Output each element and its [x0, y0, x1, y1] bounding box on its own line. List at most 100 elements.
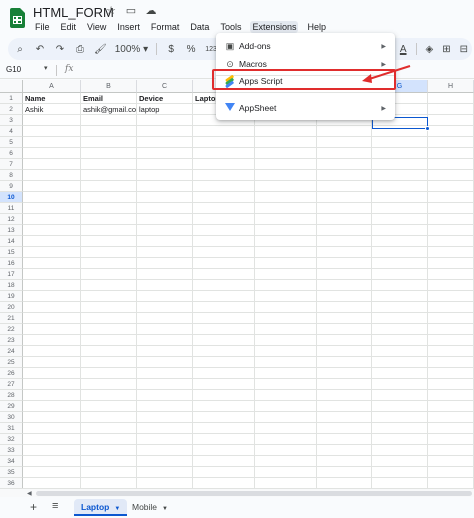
grid-row-line [23, 213, 474, 214]
row-header-16[interactable]: 16 [0, 258, 23, 269]
cell-row2-b[interactable]: ashik@gmail.cor [81, 104, 136, 115]
menu-tools[interactable]: Tools [218, 21, 243, 33]
row-header-5[interactable]: 5 [0, 137, 23, 148]
chevron-down-icon[interactable]: ▼ [114, 506, 120, 512]
row-header-36[interactable]: 36 [0, 478, 23, 488]
grid-row-line [23, 169, 474, 170]
row-header-12[interactable]: 12 [0, 214, 23, 225]
row-header-25[interactable]: 25 [0, 357, 23, 368]
currency-format-button[interactable]: $ [165, 44, 177, 55]
menu-format[interactable]: Format [149, 21, 182, 33]
row-header-7[interactable]: 7 [0, 159, 23, 170]
cell-row2-c[interactable]: laptop [137, 104, 192, 115]
star-icon[interactable]: ☆ [104, 4, 118, 17]
row-header-28[interactable]: 28 [0, 390, 23, 401]
chevron-down-icon[interactable]: ▾ [44, 64, 48, 72]
cell-header-c[interactable]: Device [137, 93, 192, 104]
scrollbar-thumb[interactable] [36, 491, 472, 496]
cloud-status-icon[interactable]: ☁ [144, 4, 158, 17]
sheet-tab-label: Laptop [81, 502, 110, 512]
all-sheets-icon[interactable]: ≡ [52, 500, 58, 512]
menu-file[interactable]: File [33, 21, 52, 33]
select-all-corner[interactable] [0, 80, 23, 93]
name-box[interactable]: G10 [6, 65, 21, 74]
menu-divider [216, 92, 395, 93]
print-icon[interactable]: ⎙ [74, 44, 86, 55]
merge-cells-icon[interactable]: ⊟ [460, 44, 468, 55]
menu-item-add-ons[interactable]: ▣ Add-ons ▶ [216, 37, 395, 55]
menu-edit[interactable]: Edit [59, 21, 79, 33]
row-header-2[interactable]: 2 [0, 104, 23, 115]
menu-help[interactable]: Help [305, 21, 328, 33]
row-header-27[interactable]: 27 [0, 379, 23, 390]
spreadsheet-grid[interactable]: ABCDEFGH12345678910111213141516171819202… [0, 80, 474, 488]
fill-color-icon[interactable]: ◈ [426, 44, 434, 55]
fill-handle[interactable] [425, 126, 430, 131]
row-header-32[interactable]: 32 [0, 434, 23, 445]
row-header-18[interactable]: 18 [0, 280, 23, 291]
row-header-1[interactable]: 1 [0, 93, 23, 104]
row-header-14[interactable]: 14 [0, 236, 23, 247]
grid-row-line [23, 246, 474, 247]
row-header-23[interactable]: 23 [0, 335, 23, 346]
row-header-3[interactable]: 3 [0, 115, 23, 126]
grid-row-line [23, 466, 474, 467]
row-header-26[interactable]: 26 [0, 368, 23, 379]
column-header-a[interactable]: A [23, 80, 81, 93]
sheet-tab-laptop[interactable]: Laptop ▼ [74, 499, 128, 516]
redo-icon[interactable]: ↷ [54, 44, 66, 55]
row-header-29[interactable]: 29 [0, 401, 23, 412]
row-header-24[interactable]: 24 [0, 346, 23, 357]
zoom-select[interactable]: 100% ▾ [115, 44, 148, 55]
grid-row-line [23, 301, 474, 302]
row-header-11[interactable]: 11 [0, 203, 23, 214]
borders-icon[interactable]: ⊞ [442, 44, 450, 55]
row-header-34[interactable]: 34 [0, 456, 23, 467]
move-folder-icon[interactable]: ▭ [124, 4, 138, 17]
undo-icon[interactable]: ↶ [34, 44, 46, 55]
chevron-down-icon[interactable]: ▼ [162, 506, 168, 512]
grid-row-line [23, 334, 474, 335]
scroll-left-icon[interactable]: ◀ [27, 490, 32, 497]
menu-view[interactable]: View [85, 21, 108, 33]
row-header-4[interactable]: 4 [0, 126, 23, 137]
column-header-b[interactable]: B [81, 80, 137, 93]
row-header-10[interactable]: 10 [0, 192, 23, 203]
row-header-21[interactable]: 21 [0, 313, 23, 324]
search-icon[interactable]: ⌕ [14, 44, 26, 55]
cell-header-a[interactable]: Name [23, 93, 80, 104]
row-header-8[interactable]: 8 [0, 170, 23, 181]
row-header-6[interactable]: 6 [0, 148, 23, 159]
row-header-22[interactable]: 22 [0, 324, 23, 335]
row-header-35[interactable]: 35 [0, 467, 23, 478]
sheet-tab-bar: + ≡ Laptop ▼ Mobile ▼ [0, 497, 474, 518]
paint-format-icon[interactable]: 🖌 [94, 44, 107, 55]
column-header-c[interactable]: C [137, 80, 193, 93]
text-color-button[interactable]: A [400, 44, 407, 55]
document-title[interactable]: HTML_FORM [33, 5, 114, 20]
row-header-17[interactable]: 17 [0, 269, 23, 280]
row-header-13[interactable]: 13 [0, 225, 23, 236]
menu-data[interactable]: Data [188, 21, 211, 33]
row-header-31[interactable]: 31 [0, 423, 23, 434]
appsheet-icon [223, 103, 237, 113]
row-header-30[interactable]: 30 [0, 412, 23, 423]
menu-insert[interactable]: Insert [115, 21, 142, 33]
sheets-logo-icon[interactable] [10, 8, 25, 28]
menu-item-appsheet[interactable]: AppSheet ▶ [216, 99, 395, 117]
horizontal-scrollbar[interactable]: ◀ [0, 488, 474, 497]
column-header-h[interactable]: H [428, 80, 474, 93]
add-sheet-icon[interactable]: + [30, 500, 37, 514]
percent-format-button[interactable]: % [185, 44, 197, 55]
grid-row-line [23, 345, 474, 346]
row-header-20[interactable]: 20 [0, 302, 23, 313]
row-header-15[interactable]: 15 [0, 247, 23, 258]
menu-extensions[interactable]: Extensions [250, 21, 299, 33]
row-header-9[interactable]: 9 [0, 181, 23, 192]
sheet-tab-mobile[interactable]: Mobile ▼ [125, 499, 175, 516]
grid-row-line [23, 455, 474, 456]
row-header-19[interactable]: 19 [0, 291, 23, 302]
cell-row2-a[interactable]: Ashik [23, 104, 80, 115]
row-header-33[interactable]: 33 [0, 445, 23, 456]
cell-header-b[interactable]: Email [81, 93, 136, 104]
